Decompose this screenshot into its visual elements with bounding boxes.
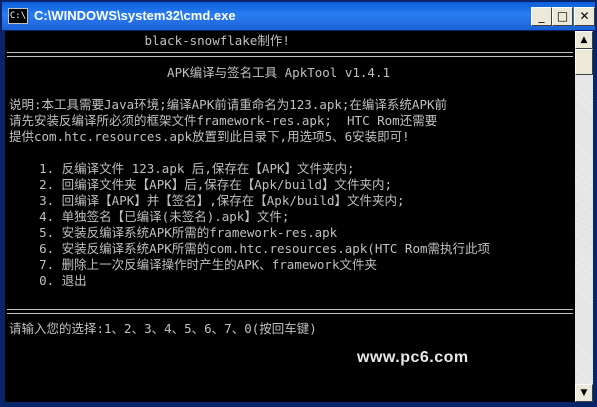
scroll-down-arrow-icon[interactable]: ▼ bbox=[575, 384, 593, 402]
separator-line bbox=[7, 52, 573, 53]
title-bar[interactable]: C:\ C:\WINDOWS\system32\cmd.exe _ □ ✕ bbox=[2, 2, 595, 30]
menu-option-1: 1. 反编译文件 123.apk 后,保存在【APK】文件夹内; bbox=[9, 161, 355, 176]
scroll-up-arrow-icon[interactable]: ▲ bbox=[575, 31, 593, 49]
menu-option-5: 5. 安装反编译系统APK所需的framework-res.apk bbox=[9, 225, 338, 240]
menu-option-2: 2. 回编译文件夹【APK】后,保存在【Apk/build】文件夹内; bbox=[9, 177, 393, 192]
separator-line bbox=[7, 56, 573, 57]
separator-line bbox=[7, 313, 573, 314]
maximize-button[interactable]: □ bbox=[552, 7, 573, 26]
console-line: 提供com.htc.resources.apk放置到此目录下,用选项5、6安装即… bbox=[9, 129, 410, 144]
separator-line bbox=[7, 309, 573, 310]
menu-option-0: 0. 退出 bbox=[9, 273, 87, 288]
console-line: 说明:本工具需要Java环境;编译APK前请重命名为123.apk;在编译系统A… bbox=[9, 97, 448, 112]
window-title: C:\WINDOWS\system32\cmd.exe bbox=[34, 8, 236, 23]
menu-option-6: 6. 安装反编译系统APK所需的com.htc.resources.apk(HT… bbox=[9, 241, 491, 256]
scroll-track[interactable] bbox=[575, 49, 593, 384]
watermark-text: www.pc6.com bbox=[357, 349, 469, 366]
console-output[interactable]: black-snowflake制作! APK编译与签名工具 ApkTool v1… bbox=[5, 31, 575, 402]
menu-option-7: 7. 删除上一次反编译操作时产生的APK、framework文件夹 bbox=[9, 257, 377, 272]
input-prompt: 请输入您的选择:1、2、3、4、5、6、7、0(按回车键) bbox=[9, 321, 317, 336]
cmd-window: C:\ C:\WINDOWS\system32\cmd.exe _ □ ✕ bl… bbox=[0, 0, 597, 407]
menu-option-3: 3. 回编译【APK】并【签名】,保存在【Apk/build】文件夹内; bbox=[9, 193, 405, 208]
scroll-thumb[interactable] bbox=[575, 49, 593, 75]
console-line: 请先安装反编译所必须的框架文件framework-res.apk; HTC Ro… bbox=[9, 113, 438, 128]
menu-option-4: 4. 单独签名【已编译(未签名).apk】文件; bbox=[9, 209, 290, 224]
vertical-scrollbar[interactable]: ▲ ▼ bbox=[575, 31, 593, 402]
minimize-button[interactable]: _ bbox=[531, 7, 552, 26]
close-button[interactable]: ✕ bbox=[574, 7, 595, 26]
console-line: APK编译与签名工具 ApkTool v1.4.1 bbox=[9, 65, 391, 80]
cmd-app-icon[interactable]: C:\ bbox=[8, 8, 28, 24]
console-line: black-snowflake制作! bbox=[9, 33, 290, 48]
